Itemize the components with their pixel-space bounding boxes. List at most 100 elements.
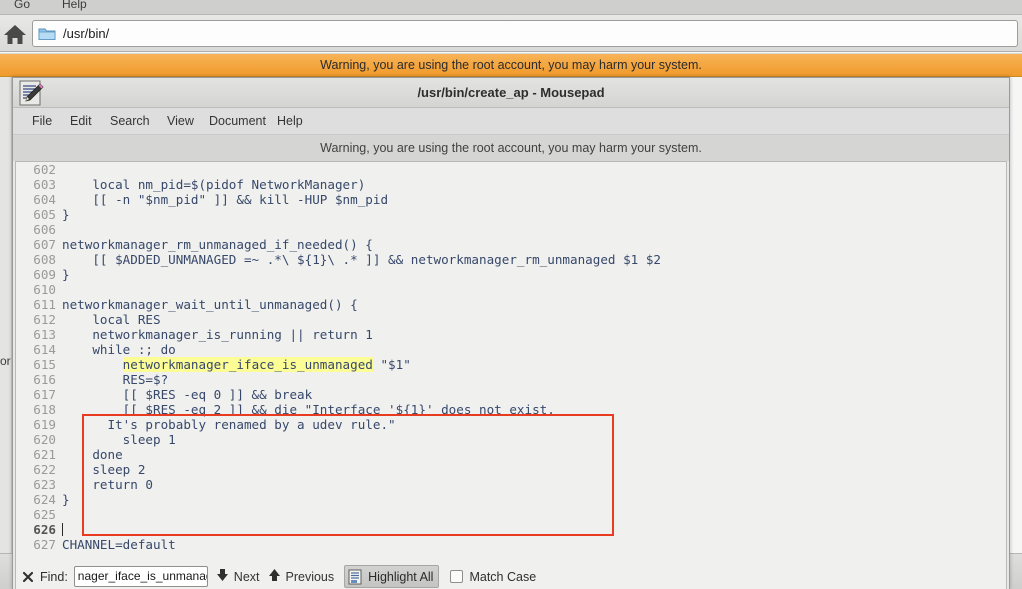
code-line[interactable]: 612 local RES [16, 312, 1006, 327]
code-text: CHANNEL=default [62, 537, 176, 552]
line-number: 616 [33, 372, 56, 387]
code-line[interactable]: 623 return 0 [16, 477, 1006, 492]
close-icon[interactable] [18, 567, 38, 587]
mousepad-window-title: /usr/bin/create_ap - Mousepad [417, 85, 605, 100]
code-text: It's probably renamed by a udev rule." [62, 417, 396, 432]
filemanager-toolbar: /usr/bin/ [0, 15, 1022, 52]
screen: Go Help /usr/bin/ Warning, you are using… [0, 0, 1022, 589]
menu-help[interactable]: Help [270, 108, 310, 135]
find-previous-label: Previous [285, 569, 335, 584]
filemanager-menubar: Go Help [0, 0, 1022, 15]
code-line[interactable]: 617 [[ $RES -eq 0 ]] && break [16, 387, 1006, 402]
code-text: networkmanager_is_running || return 1 [62, 327, 373, 342]
path-entry[interactable]: /usr/bin/ [32, 20, 1018, 47]
code-line[interactable]: 608 [[ $ADDED_UNMANAGED =~ .*\ ${1}\ .* … [16, 252, 1006, 267]
highlight-all-button[interactable]: Highlight All [344, 565, 440, 588]
code-text: networkmanager_rm_unmanaged_if_needed() … [62, 237, 373, 252]
line-number: 618 [33, 402, 56, 417]
code-text: [[ $ADDED_UNMANAGED =~ .*\ ${1}\ .* ]] &… [62, 252, 661, 267]
search-match-highlight: networkmanager_iface_is_unmanaged [122, 357, 373, 372]
code-text: } [62, 492, 70, 507]
filemanager-sidebar [0, 77, 12, 589]
line-number: 620 [33, 432, 56, 447]
code-line[interactable]: 614 while :; do [16, 342, 1006, 357]
code-line[interactable]: 605} [16, 207, 1006, 222]
code-text: [[ -n "$nm_pid" ]] && kill -HUP $nm_pid [62, 192, 389, 207]
code-line[interactable]: 620 sleep 1 [16, 432, 1006, 447]
line-number: 627 [33, 537, 56, 552]
menu-document[interactable]: Document [202, 108, 273, 135]
match-case-checkbox[interactable]: Match Case [450, 570, 536, 584]
code-line[interactable]: 618 [[ $RES -eq 2 ]] && die "Interface '… [16, 402, 1006, 417]
folder-icon [38, 26, 56, 41]
arrow-down-icon [216, 568, 229, 585]
code-line[interactable]: 611 networkmanager_wait_until_unmanaged()… [16, 297, 1006, 312]
find-next-label: Next [233, 569, 260, 584]
find-next-button[interactable]: Next [216, 566, 260, 588]
line-number: 605 [33, 207, 56, 222]
code-text: local RES [62, 312, 161, 327]
root-account-warning-banner: Warning, you are using the root account,… [0, 53, 1022, 77]
match-case-label: Match Case [469, 569, 537, 584]
fm-menu-help[interactable]: Help [62, 0, 87, 12]
code-lines-container[interactable]: 602 603 local nm_pid=$(pidof NetworkManag… [16, 162, 1006, 589]
code-line[interactable]: 609} [16, 267, 1006, 282]
code-line[interactable]: 602 [16, 162, 1006, 177]
home-icon[interactable] [2, 21, 28, 47]
text-editor-area[interactable]: 602 603 local nm_pid=$(pidof NetworkManag… [15, 161, 1007, 589]
line-number: 622 [33, 462, 56, 477]
code-text: sleep 1 [62, 432, 176, 447]
code-text: RES=$? [62, 372, 169, 387]
mousepad-titlebar[interactable]: /usr/bin/create_ap - Mousepad [13, 78, 1009, 108]
code-line[interactable]: 606 [16, 222, 1006, 237]
menu-search[interactable]: Search [103, 108, 157, 135]
mousepad-root-warning-text: Warning, you are using the root account,… [320, 141, 702, 155]
text-cursor [62, 523, 63, 536]
menu-edit[interactable]: Edit [63, 108, 99, 135]
code-line[interactable]: 624} [16, 492, 1006, 507]
code-text: done [62, 447, 123, 462]
mousepad-root-warning: Warning, you are using the root account,… [13, 135, 1009, 161]
menu-view[interactable]: View [160, 108, 201, 135]
line-number: 617 [33, 387, 56, 402]
code-text: [[ $RES -eq 2 ]] && die "Interface '${1}… [62, 402, 555, 417]
code-text: return 0 [62, 477, 153, 492]
code-line[interactable]: 627 CHANNEL=default [16, 537, 1006, 552]
line-number: 610 [33, 282, 56, 297]
code-line[interactable]: 604 [[ -n "$nm_pid" ]] && kill -HUP $nm_… [16, 192, 1006, 207]
line-number: 608 [33, 252, 56, 267]
code-line[interactable]: 625 [16, 507, 1006, 522]
code-line[interactable]: 619 It's probably renamed by a udev rule… [16, 417, 1006, 432]
code-text: } [62, 267, 70, 282]
code-line[interactable]: 622 sleep 2 [16, 462, 1006, 477]
search-input[interactable]: nager_iface_is_unmanaged [73, 566, 208, 587]
line-number: 604 [33, 192, 56, 207]
arrow-up-icon [268, 568, 281, 585]
code-text: while :; do [62, 342, 176, 357]
code-text: sleep 2 [62, 462, 146, 477]
line-number: 614 [33, 342, 56, 357]
code-line[interactable]: 615 networkmanager_iface_is_unmanaged "$… [16, 357, 1006, 372]
checkbox-box[interactable] [450, 570, 464, 583]
code-line[interactable]: 603 local nm_pid=$(pidof NetworkManager) [16, 177, 1006, 192]
code-line[interactable]: 626 [16, 522, 1006, 537]
path-text: /usr/bin/ [63, 26, 110, 41]
code-line[interactable]: 613 networkmanager_is_running || return … [16, 327, 1006, 342]
find-label: Find: [40, 569, 68, 584]
line-number: 606 [33, 222, 56, 237]
line-number: 619 [33, 417, 56, 432]
code-text: [[ $RES -eq 0 ]] && break [62, 387, 313, 402]
line-number: 623 [33, 477, 56, 492]
fm-menu-go[interactable]: Go [14, 0, 30, 12]
highlight-all-label: Highlight All [368, 569, 434, 584]
code-line[interactable]: 610 [16, 282, 1006, 297]
code-line[interactable]: 621 done [16, 447, 1006, 462]
menu-file[interactable]: File [25, 108, 59, 135]
code-line[interactable]: 607 networkmanager_rm_unmanaged_if_needed… [16, 237, 1006, 252]
find-previous-button[interactable]: Previous [268, 566, 335, 588]
root-warning-text: Warning, you are using the root account,… [320, 58, 702, 72]
code-line[interactable]: 616 RES=$? [16, 372, 1006, 387]
line-number: 624 [33, 492, 56, 507]
code-text: networkmanager_wait_until_unmanaged() { [62, 297, 358, 312]
